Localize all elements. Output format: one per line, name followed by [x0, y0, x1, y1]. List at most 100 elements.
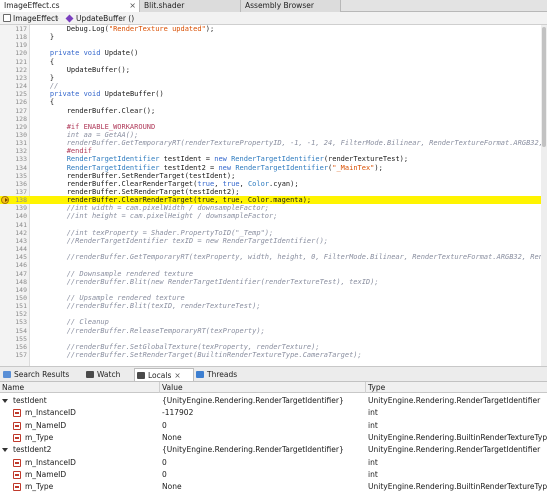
code-line[interactable]: 126 {: [0, 98, 547, 106]
cell-value[interactable]: 0: [162, 457, 167, 469]
table-row[interactable]: testIdent {UnityEngine.Rendering.RenderTa…: [0, 395, 547, 407]
code-line[interactable]: 130 int aa = GetAA();: [0, 131, 547, 139]
code-line[interactable]: 136 renderBuffer.ClearRenderTarget(true,…: [0, 180, 547, 188]
code-line[interactable]: 133 RenderTargetIdentifier testIdent = n…: [0, 155, 547, 163]
code-line[interactable]: 118 }: [0, 33, 547, 41]
code-line[interactable]: 147 // Downsample rendered texture: [0, 270, 547, 278]
table-row[interactable]: m_Type None UnityEngine.Rendering.BuiltinR…: [0, 432, 547, 444]
threads-icon: [196, 371, 204, 378]
code-line[interactable]: 131 renderBuffer.GetTemporaryRT(renderTe…: [0, 139, 547, 147]
cell-value[interactable]: 0: [162, 469, 167, 481]
table-row[interactable]: m_InstanceID 0 int: [0, 457, 547, 469]
code-line[interactable]: 123 }: [0, 74, 547, 82]
field-icon: [13, 409, 21, 418]
table-row[interactable]: m_NameID 0 int: [0, 469, 547, 481]
code-line[interactable]: 156 //renderBuffer.SetGlobalTexture(texP…: [0, 343, 547, 351]
code-line[interactable]: 121 {: [0, 58, 547, 66]
tab-threads[interactable]: Threads: [194, 368, 254, 381]
code-line[interactable]: 129 #if ENABLE_WORKAROUND: [0, 123, 547, 131]
column-header-value[interactable]: Value: [160, 382, 366, 393]
code-line[interactable]: 154 //renderBuffer.ReleaseTemporaryRT(te…: [0, 327, 547, 335]
code-line[interactable]: 146: [0, 261, 547, 269]
code-token: RenderTargetIdentifier: [231, 155, 324, 164]
scrollbar-thumb[interactable]: [542, 27, 546, 147]
code-line[interactable]: 148 //renderBuffer.Blit(new RenderTarget…: [0, 278, 547, 286]
code-line[interactable]: 149: [0, 286, 547, 294]
code-text: //renderBuffer.GetTemporaryRT(texPropert…: [33, 253, 547, 261]
tab-imageeffect[interactable]: ImageEffect.cs ×: [0, 0, 140, 12]
code-line[interactable]: 143 //RenderTargetIdentifier texID = new…: [0, 237, 547, 245]
code-line[interactable]: 137 renderBuffer.SetRenderTarget(testIde…: [0, 188, 547, 196]
breadcrumb-separator: ›: [56, 14, 59, 23]
code-line[interactable]: 119: [0, 41, 547, 49]
line-number: 127: [15, 106, 27, 115]
tab-blit-shader[interactable]: Blit.shader: [140, 0, 241, 12]
code-text: renderBuffer.ClearRenderTarget(true, tru…: [33, 180, 299, 188]
tab-locals[interactable]: Locals ×: [134, 368, 194, 381]
code-text: renderBuffer.GetTemporaryRT(renderTextur…: [33, 139, 547, 147]
code-line[interactable]: 117 Debug.Log("RenderTexture updated");: [0, 25, 547, 33]
code-line[interactable]: 140 //int height = cam.pixelHeight / dow…: [0, 212, 547, 220]
table-row[interactable]: m_InstanceID -117902 int: [0, 407, 547, 419]
code-line[interactable]: 153 // Cleanup: [0, 318, 547, 326]
cell-type: UnityEngine.Rendering.RenderTargetIdenti…: [368, 396, 541, 405]
cell-value[interactable]: {UnityEngine.Rendering.RenderTargetIdent…: [162, 444, 344, 456]
code-line[interactable]: 138 renderBuffer.ClearRenderTarget(true,…: [0, 196, 547, 205]
line-number: 149: [15, 285, 27, 294]
code-token: //renderBuffer.ReleaseTemporaryRT(texPro…: [33, 326, 265, 335]
cell-value[interactable]: None: [162, 481, 182, 493]
code-line[interactable]: 122 UpdateBuffer();: [0, 66, 547, 74]
code-token: true: [197, 179, 215, 188]
vertical-scrollbar[interactable]: [541, 25, 547, 366]
code-line[interactable]: 152: [0, 310, 547, 318]
line-number: 118: [15, 33, 27, 42]
search-icon: [3, 371, 11, 378]
cell-value[interactable]: None: [162, 432, 182, 444]
cell-value[interactable]: -117902: [162, 407, 193, 419]
code-line[interactable]: 150 // Upsample rendered texture: [0, 294, 547, 302]
code-line[interactable]: 135 renderBuffer.SetRenderTarget(testIde…: [0, 172, 547, 180]
code-text: UpdateBuffer();: [33, 66, 130, 74]
code-token: //int width = cam.pixelWidth / downsampl…: [33, 204, 270, 213]
table-row[interactable]: m_NameID 0 int: [0, 420, 547, 432]
close-icon[interactable]: ×: [129, 0, 136, 12]
expand-toggle-icon[interactable]: [2, 399, 8, 403]
code-line[interactable]: 125 private void UpdateBuffer(): [0, 90, 547, 98]
code-line[interactable]: 132 #endif: [0, 147, 547, 155]
code-line[interactable]: 134 RenderTargetIdentifier testIdent2 = …: [0, 164, 547, 172]
code-token: //int texProperty = Shader.PropertyToID(…: [33, 228, 274, 237]
code-line[interactable]: 155: [0, 335, 547, 343]
code-token: renderBuffer.Clear();: [33, 106, 156, 115]
code-text: int aa = GetAA();: [33, 131, 139, 139]
code-line[interactable]: 139 //int width = cam.pixelWidth / downs…: [0, 204, 547, 212]
code-line[interactable]: 142 //int texProperty = Shader.PropertyT…: [0, 229, 547, 237]
column-header-type[interactable]: Type: [366, 382, 547, 393]
expand-toggle-icon[interactable]: [2, 448, 8, 453]
method-icon: [65, 14, 74, 23]
code-line[interactable]: 157 //renderBuffer.SetRenderTarget(Built…: [0, 351, 547, 359]
table-row[interactable]: testIdent2 {UnityEngine.Rendering.RenderT…: [0, 444, 547, 456]
breadcrumb-method[interactable]: UpdateBuffer (): [65, 12, 134, 25]
cell-name: m_InstanceID: [25, 408, 76, 418]
cell-value[interactable]: 0: [162, 420, 167, 432]
line-number: 151: [15, 302, 27, 311]
code-line[interactable]: 128: [0, 115, 547, 123]
code-line[interactable]: 141: [0, 221, 547, 229]
cell-name: m_InstanceID: [25, 457, 76, 467]
tab-assembly-browser[interactable]: Assembly Browser: [241, 0, 341, 12]
column-header-name[interactable]: Name: [0, 382, 160, 393]
code-editor[interactable]: 117 Debug.Log("RenderTexture updated"); 1…: [0, 25, 547, 367]
code-line[interactable]: 151 //renderBuffer.Blit(texID, renderTex…: [0, 302, 547, 310]
code-line[interactable]: 127 renderBuffer.Clear();: [0, 107, 547, 115]
tab-watch[interactable]: Watch: [84, 368, 134, 381]
code-line[interactable]: 120 private void Update(): [0, 49, 547, 57]
code-line[interactable]: 124 //: [0, 82, 547, 90]
code-line[interactable]: 144: [0, 245, 547, 253]
cell-value[interactable]: {UnityEngine.Rendering.RenderTargetIdent…: [162, 395, 344, 407]
breadcrumb-class[interactable]: ImageEffect: [3, 12, 58, 25]
cell-name: m_NameID: [25, 469, 67, 479]
code-line[interactable]: 145 //renderBuffer.GetTemporaryRT(texPro…: [0, 253, 547, 261]
table-row[interactable]: m_Type None UnityEngine.Rendering.BuiltinR…: [0, 481, 547, 493]
tab-search-results[interactable]: Search Results: [1, 368, 84, 381]
close-icon[interactable]: ×: [174, 371, 180, 380]
